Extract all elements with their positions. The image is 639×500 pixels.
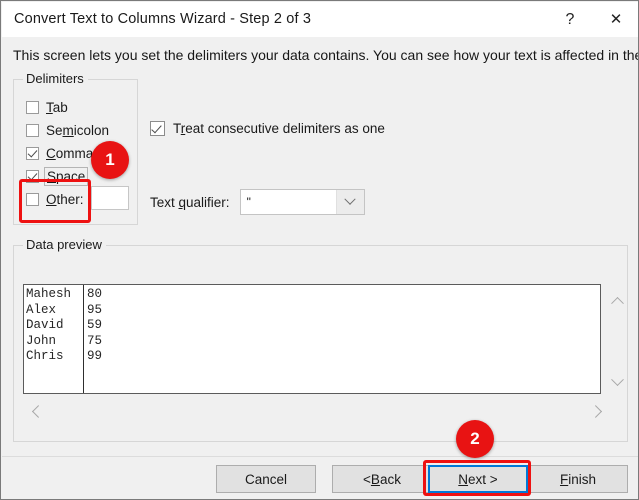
- cell-name: David: [26, 318, 64, 332]
- cell-name: Chris: [26, 349, 64, 363]
- text-qualifier-row: Text qualifier: ": [150, 189, 365, 215]
- chevron-down-glyph: [610, 372, 624, 386]
- checkbox-label-other: Other:: [46, 192, 84, 207]
- data-preview-table-body: Mahesh 80 Alex 95 David 59 John 75 Chris…: [24, 287, 102, 365]
- back-button[interactable]: < Back: [332, 465, 432, 493]
- chevron-down-icon[interactable]: [606, 372, 628, 392]
- table-row: Mahesh 80: [24, 287, 102, 303]
- chevron-up-glyph: [610, 296, 624, 310]
- table-row: John 75: [24, 334, 102, 350]
- checkbox-label-semicolon: Semicolon: [46, 123, 110, 138]
- checkbox-label-tab: Tab: [46, 100, 68, 115]
- callout-badge-1: 1: [91, 141, 129, 179]
- checkbox-box-tab: [26, 101, 39, 114]
- data-preview-table: Mahesh 80 Alex 95 David 59 John 75 Chris…: [24, 287, 102, 365]
- checkbox-label-space: Space: [43, 167, 89, 186]
- next-button[interactable]: Next >: [428, 465, 528, 493]
- cell-score: 59: [87, 318, 103, 332]
- convert-text-to-columns-wizard-dialog: Convert Text to Columns Wizard - Step 2 …: [0, 0, 639, 500]
- cell-name: John: [26, 333, 57, 348]
- chevron-right-icon[interactable]: [587, 401, 609, 421]
- dialog-footer: Cancel < Back Next > Finish: [2, 456, 638, 499]
- text-qualifier-select[interactable]: ": [239, 189, 365, 215]
- checkbox-other[interactable]: Other:: [26, 192, 84, 207]
- finish-button[interactable]: Finish: [528, 465, 628, 493]
- checkbox-label-consecutive: Treat consecutive delimiters as one: [173, 121, 385, 136]
- cell-name: Alex: [26, 302, 57, 317]
- chevron-down-glyph: [344, 193, 356, 205]
- checkbox-space[interactable]: Space: [26, 167, 89, 186]
- cell-score: 99: [87, 349, 103, 363]
- cell-score: 75: [87, 333, 103, 348]
- checkbox-box-space: [26, 170, 39, 183]
- cell-score: 95: [87, 302, 103, 317]
- chevron-down-icon[interactable]: [335, 190, 364, 214]
- close-icon: ✕: [609, 10, 623, 28]
- checkbox-tab[interactable]: Tab: [26, 100, 68, 115]
- checkbox-semicolon[interactable]: Semicolon: [26, 123, 109, 138]
- question-mark-icon: ?: [565, 10, 575, 28]
- table-row: Chris 99: [24, 349, 102, 365]
- checkbox-box-other: [26, 193, 39, 206]
- text-qualifier-label: Text qualifier:: [150, 194, 230, 210]
- delimiters-group-label: Delimiters: [23, 71, 88, 86]
- close-button[interactable]: ✕: [593, 2, 638, 37]
- table-row: David 59: [24, 318, 102, 334]
- help-button[interactable]: ?: [547, 2, 593, 37]
- chevron-left-glyph: [31, 404, 45, 418]
- data-preview-group-label: Data preview: [23, 237, 106, 252]
- cell-name: Mahesh: [26, 287, 72, 301]
- chevron-right-glyph: [588, 404, 602, 418]
- cell-score: 80: [87, 287, 103, 301]
- dialog-body: This screen lets you set the delimiters …: [2, 37, 638, 455]
- checkbox-comma[interactable]: Comma: [26, 146, 93, 161]
- checkbox-label-comma: Comma: [46, 146, 94, 161]
- other-delimiter-input[interactable]: [91, 186, 129, 210]
- checkbox-box-consecutive: [150, 121, 165, 136]
- window-title: Convert Text to Columns Wizard - Step 2 …: [14, 11, 312, 27]
- data-preview-group: Data preview Mahesh 80 Alex 95 David 59 …: [13, 237, 628, 442]
- checkbox-treat-consecutive-delimiters-as-one[interactable]: Treat consecutive delimiters as one: [150, 121, 385, 136]
- data-preview-pane[interactable]: Mahesh 80 Alex 95 David 59 John 75 Chris…: [23, 284, 601, 394]
- chevron-left-icon[interactable]: [24, 401, 46, 421]
- title-bar: Convert Text to Columns Wizard - Step 2 …: [2, 2, 638, 37]
- checkbox-box-comma: [26, 147, 39, 160]
- text-qualifier-value: ": [246, 195, 251, 209]
- cancel-button[interactable]: Cancel: [216, 465, 316, 493]
- callout-badge-2: 2: [456, 420, 494, 458]
- table-row: Alex 95: [24, 303, 102, 319]
- chevron-up-icon[interactable]: [606, 290, 628, 310]
- instruction-text: This screen lets you set the delimiters …: [13, 47, 638, 63]
- checkbox-box-semicolon: [26, 124, 39, 137]
